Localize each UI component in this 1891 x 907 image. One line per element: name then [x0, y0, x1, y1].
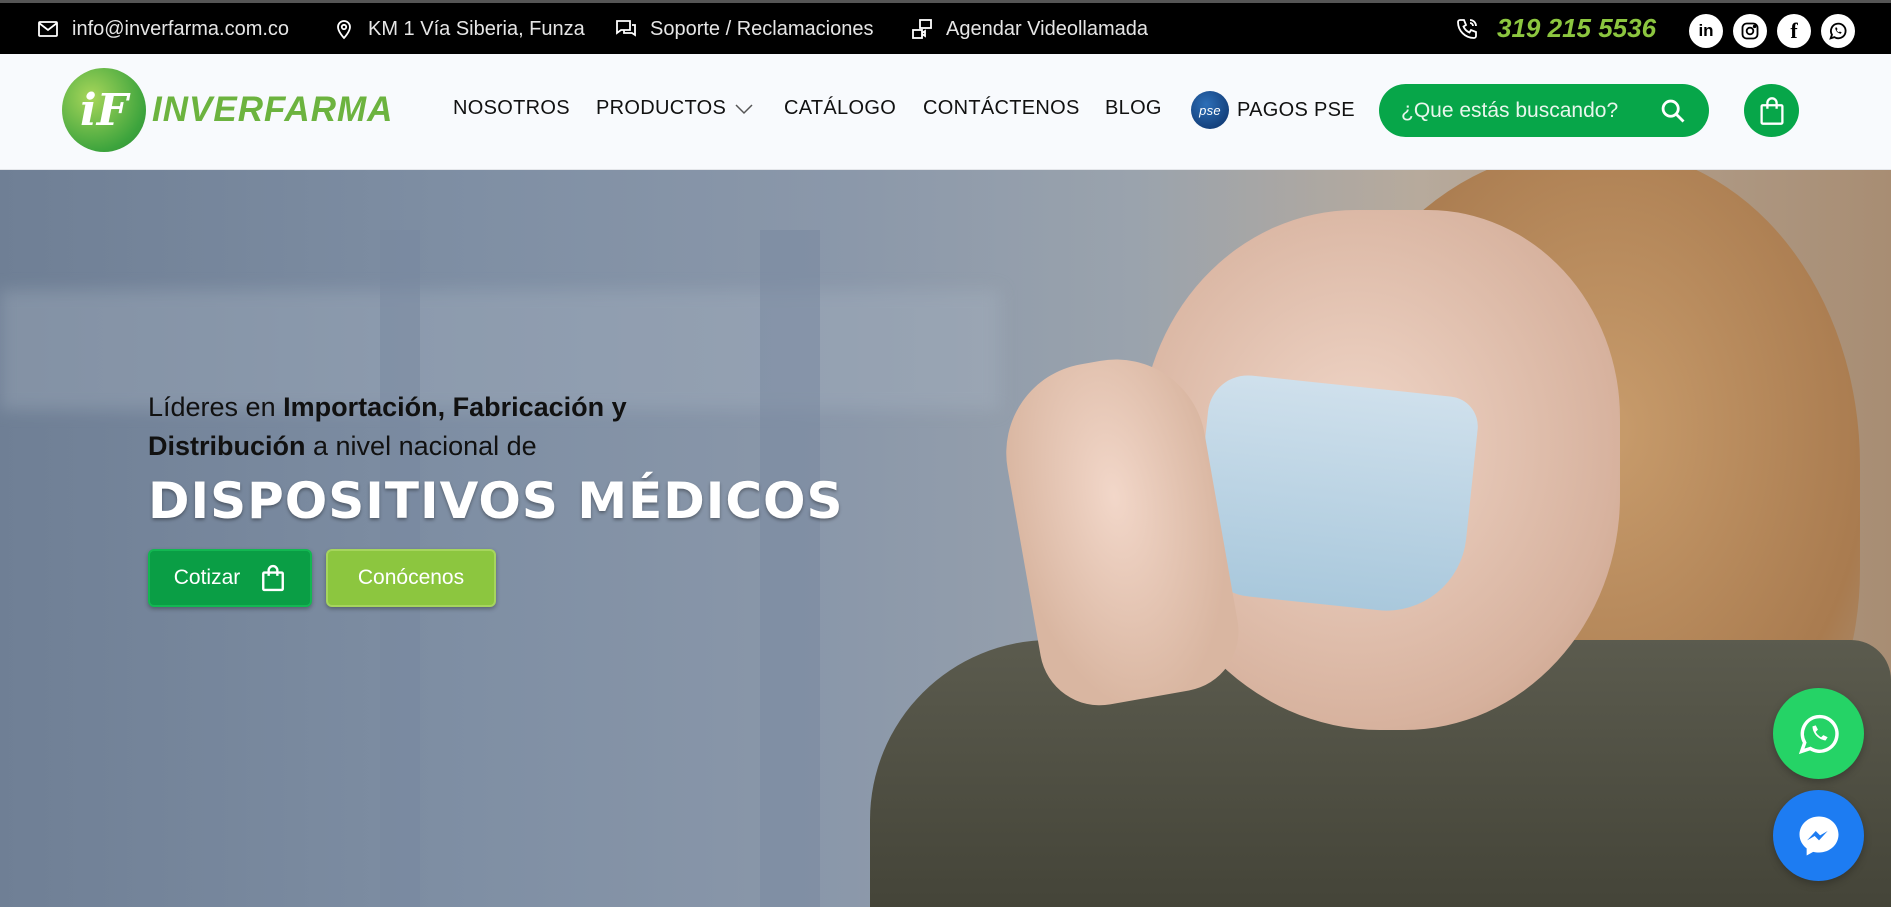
conocenos-button[interactable]: Conócenos — [326, 549, 496, 607]
cotizar-label: Cotizar — [173, 566, 241, 589]
social-links: in f — [1689, 14, 1855, 48]
nav-catalogo[interactable]: CATÁLOGO — [784, 97, 896, 120]
pse-logo-icon: pse — [1191, 91, 1229, 129]
logo-text: INVERFARMA — [152, 90, 394, 129]
chevron-down-icon — [735, 103, 753, 114]
videocall-text: Agendar Videollamada — [946, 17, 1149, 40]
address-link[interactable]: KM 1 Vía Siberia, Funza — [332, 15, 585, 43]
address-text: KM 1 Vía Siberia, Funza — [368, 17, 585, 40]
hero-line1-bold: Importación, Fabricación y — [283, 392, 627, 422]
nav-productos-label: PRODUCTOS — [596, 97, 727, 119]
hero-banner: Líderes en Importación, Fabricación y Di… — [0, 170, 1891, 907]
search-bar — [1379, 84, 1709, 137]
nav-nosotros[interactable]: NOSOTROS — [453, 97, 570, 120]
hero-buttons: Cotizar Conócenos — [148, 549, 496, 607]
shopping-bag-icon — [262, 564, 285, 592]
nav-contactenos[interactable]: CONTÁCTENOS — [923, 97, 1080, 120]
shopping-bag-icon — [1759, 96, 1784, 125]
inverfarma-logo[interactable]: iF INVERFARMA — [62, 68, 393, 152]
search-input[interactable] — [1401, 98, 1651, 123]
chat-bubbles-icon — [616, 20, 636, 37]
cart-button[interactable] — [1744, 84, 1799, 137]
videocall-link[interactable]: Agendar Videollamada — [910, 15, 1148, 43]
video-call-icon — [912, 19, 932, 39]
hero-subtitle-line1: Líderes en Importación, Fabricación y — [148, 388, 844, 427]
email-text: info@inverfarma.com.co — [72, 17, 290, 40]
main-header: iF INVERFARMA NOSOTROS PRODUCTOS CATÁLOG… — [0, 54, 1891, 170]
cotizar-button[interactable]: Cotizar — [148, 549, 312, 607]
nav-productos[interactable]: PRODUCTOS — [596, 97, 754, 120]
nav-blog[interactable]: BLOG — [1105, 97, 1162, 120]
whatsapp-icon — [1798, 714, 1839, 754]
hero-title: DISPOSITIVOS MÉDICOS — [148, 472, 844, 530]
phone-link[interactable]: 319 215 5536 — [1455, 13, 1656, 44]
phone-number: 319 215 5536 — [1497, 13, 1657, 43]
background-post — [760, 230, 820, 907]
hero-line2-bold: Distribución — [148, 431, 306, 461]
logo-mark: iF — [62, 68, 146, 152]
messenger-chat-button[interactable] — [1773, 790, 1864, 881]
support-text: Soporte / Reclamaciones — [650, 17, 874, 40]
support-link[interactable]: Soporte / Reclamaciones — [614, 15, 873, 43]
whatsapp-icon[interactable] — [1821, 14, 1855, 48]
top-contact-bar: info@inverfarma.com.co KM 1 Vía Siberia,… — [0, 0, 1891, 54]
email-link[interactable]: info@inverfarma.com.co — [36, 15, 289, 43]
phone-icon — [1457, 18, 1477, 39]
search-icon[interactable] — [1659, 97, 1687, 125]
facebook-icon[interactable]: f — [1777, 14, 1811, 48]
whatsapp-chat-button[interactable] — [1773, 688, 1864, 779]
mail-icon — [38, 21, 58, 37]
instagram-icon[interactable] — [1733, 14, 1767, 48]
hero-line2-regular: a nivel nacional de — [305, 431, 537, 461]
hero-line1-regular: Líderes en — [148, 392, 284, 422]
hero-photo-face-mask — [1189, 371, 1481, 619]
hero-subtitle-line2: Distribución a nivel nacional de — [148, 427, 844, 466]
messenger-icon — [1799, 816, 1838, 855]
hero-copy: Líderes en Importación, Fabricación y Di… — [148, 388, 844, 530]
nav-pagos-pse-label: PAGOS PSE — [1237, 98, 1355, 121]
nav-pagos-pse[interactable]: pse PAGOS PSE — [1191, 91, 1355, 129]
linkedin-icon[interactable]: in — [1689, 14, 1723, 48]
location-pin-icon — [337, 20, 351, 40]
